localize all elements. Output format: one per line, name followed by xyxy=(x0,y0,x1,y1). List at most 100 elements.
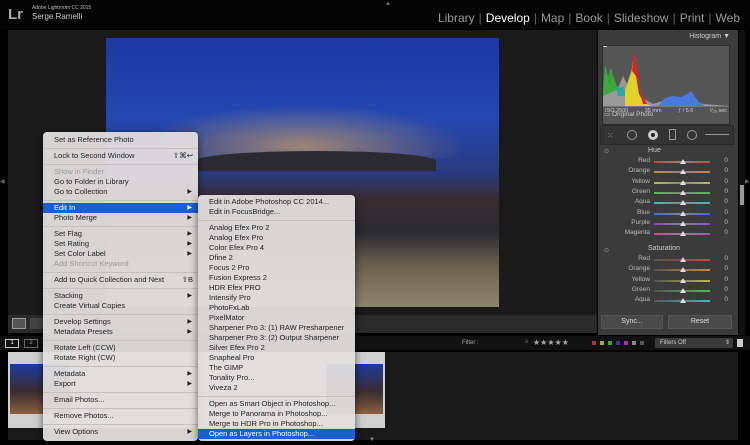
slider-value[interactable]: 0 xyxy=(724,167,728,174)
slider-thumb[interactable] xyxy=(680,220,686,226)
menu-item-tonality-pro[interactable]: Tonality Pro... xyxy=(198,373,355,383)
slider-thumb[interactable] xyxy=(680,257,686,262)
filter-preset-select[interactable]: Filters Off ⇕ xyxy=(655,338,733,348)
slider-thumb[interactable] xyxy=(680,277,686,283)
slider-value[interactable]: 0 xyxy=(724,209,728,216)
hue-target-icon[interactable]: ⊙ xyxy=(604,148,609,155)
menu-item-sharpener-pro-3-2-output-sharpener[interactable]: Sharpener Pro 3: (2) Output Sharpener xyxy=(198,333,355,343)
menu-item-metadata[interactable]: Metadata ▶ xyxy=(43,369,198,379)
reset-button[interactable]: Reset xyxy=(668,315,732,329)
menu-item-rotate-right-cw[interactable]: Rotate Right (CW) xyxy=(43,353,198,363)
page-2-button[interactable]: 2 xyxy=(24,339,38,348)
compare-view-button[interactable] xyxy=(30,318,44,329)
hue-slider-yellow[interactable]: Yellow 0 xyxy=(606,178,734,188)
menu-item-set-flag[interactable]: Set Flag ▶ xyxy=(43,229,198,239)
menu-item-view-options[interactable]: View Options ▶ xyxy=(43,427,198,437)
module-print[interactable]: Print xyxy=(676,11,709,25)
slider-thumb[interactable] xyxy=(680,298,686,304)
crop-tool-icon[interactable]: ⁙ xyxy=(607,131,614,140)
module-develop[interactable]: Develop xyxy=(482,11,534,25)
slider-value[interactable]: 0 xyxy=(724,255,728,262)
slider-value[interactable]: 0 xyxy=(724,229,728,236)
menu-item-analog-efex-pro-2[interactable]: Analog Efex Pro 2 xyxy=(198,223,355,233)
module-slideshow[interactable]: Slideshow xyxy=(610,11,673,25)
loupe-view-button[interactable] xyxy=(12,318,26,329)
sat-slider-orange[interactable]: Orange 0 xyxy=(606,265,734,275)
sat-slider-red[interactable]: Red 0 xyxy=(606,255,734,265)
menu-item-open-as-layers-in-photoshop[interactable]: Open as Layers in Photoshop... xyxy=(198,429,355,439)
menu-item-create-virtual-copies[interactable]: Create Virtual Copies xyxy=(43,301,198,311)
menu-item-go-to-collection[interactable]: Go to Collection ▶ xyxy=(43,187,198,197)
adjustment-brush-icon[interactable] xyxy=(705,134,729,135)
menu-item-photo-merge[interactable]: Photo Merge ▶ xyxy=(43,213,198,223)
hue-slider-red[interactable]: Red 0 xyxy=(606,157,734,167)
sat-slider-yellow[interactable]: Yellow 0 xyxy=(606,276,734,286)
menu-item-go-to-folder-in-library[interactable]: Go to Folder in Library xyxy=(43,177,198,187)
menu-item-develop-settings[interactable]: Develop Settings ▶ xyxy=(43,317,198,327)
spot-removal-icon[interactable] xyxy=(627,130,637,140)
menu-item-dfine-2[interactable]: Dfine 2 xyxy=(198,253,355,263)
sat-slider-green[interactable]: Green 0 xyxy=(606,286,734,296)
menu-item-edit-in-focusbridge[interactable]: Edit in FocusBridge... xyxy=(198,207,355,217)
page-1-button[interactable]: 1 xyxy=(5,339,19,348)
slider-thumb[interactable] xyxy=(680,200,686,206)
menu-item-set-color-label[interactable]: Set Color Label ▶ xyxy=(43,249,198,259)
slider-value[interactable]: 0 xyxy=(724,296,728,303)
slider-thumb[interactable] xyxy=(680,179,686,185)
menu-item-merge-to-hdr-pro-in-photoshop[interactable]: Merge to HDR Pro in Photoshop... xyxy=(198,419,355,429)
filter-lock-icon[interactable] xyxy=(737,339,743,347)
menu-item-metadata-presets[interactable]: Metadata Presets ▶ xyxy=(43,327,198,337)
menu-item-the-gimp[interactable]: The GIMP xyxy=(198,363,355,373)
menu-item-analog-efex-pro[interactable]: Analog Efex Pro xyxy=(198,233,355,243)
menu-item-remove-photos[interactable]: Remove Photos... xyxy=(43,411,198,421)
slider-value[interactable]: 0 xyxy=(724,265,728,272)
module-library[interactable]: Library xyxy=(434,11,479,25)
red-eye-icon[interactable] xyxy=(648,130,658,140)
module-book[interactable]: Book xyxy=(571,11,606,25)
slider-thumb[interactable] xyxy=(680,159,686,164)
slider-thumb[interactable] xyxy=(680,287,686,293)
menu-item-rotate-left-ccw[interactable]: Rotate Left (CCW) xyxy=(43,343,198,353)
hue-slider-orange[interactable]: Orange 0 xyxy=(606,167,734,177)
menu-item-sharpener-pro-3-1-raw-presharpener[interactable]: Sharpener Pro 3: (1) RAW Presharpener xyxy=(198,323,355,333)
slider-thumb[interactable] xyxy=(680,189,686,195)
color-label-filter[interactable] xyxy=(592,341,644,345)
histogram-header[interactable]: Histogram ▼ xyxy=(689,33,730,40)
hue-slider-aqua[interactable]: Aqua 0 xyxy=(606,198,734,208)
sat-slider-aqua[interactable]: Aqua 0 xyxy=(606,296,734,306)
menu-item-snapheal-pro[interactable]: Snapheal Pro xyxy=(198,353,355,363)
slider-value[interactable]: 0 xyxy=(724,219,728,226)
star-filter[interactable]: ★★★★★ xyxy=(533,338,569,347)
sync-button[interactable]: Sync... xyxy=(601,315,663,329)
menu-item-intensify-pro[interactable]: Intensify Pro xyxy=(198,293,355,303)
menu-item-set-rating[interactable]: Set Rating ▶ xyxy=(43,239,198,249)
menu-item-email-photos[interactable]: Email Photos... xyxy=(43,395,198,405)
slider-value[interactable]: 0 xyxy=(724,157,728,164)
slider-thumb[interactable] xyxy=(680,231,686,237)
menu-item-photofxlab[interactable]: PhotoFxLab xyxy=(198,303,355,313)
menu-item-hdr-efex-pro[interactable]: HDR Efex PRO xyxy=(198,283,355,293)
menu-item-set-as-reference-photo[interactable]: Set as Reference Photo xyxy=(43,135,198,145)
hue-slider-purple[interactable]: Purple 0 xyxy=(606,219,734,229)
slider-thumb[interactable] xyxy=(680,169,686,175)
menu-item-viveza-2[interactable]: Viveza 2 xyxy=(198,383,355,393)
module-web[interactable]: Web xyxy=(712,11,744,25)
slider-thumb[interactable] xyxy=(680,267,686,273)
original-photo-toggle[interactable]: ▭ Original Photo xyxy=(604,110,653,118)
slider-value[interactable]: 0 xyxy=(724,188,728,195)
slider-value[interactable]: 0 xyxy=(724,286,728,293)
menu-item-fusion-express-2[interactable]: Fusion Express 2 xyxy=(198,273,355,283)
hue-slider-green[interactable]: Green 0 xyxy=(606,188,734,198)
radial-filter-icon[interactable] xyxy=(687,130,697,140)
left-panel-toggle-icon[interactable]: ◀ xyxy=(0,178,5,185)
right-panel-toggle-icon[interactable]: ▶ xyxy=(745,178,750,185)
menu-item-edit-in[interactable]: Edit In ▶ xyxy=(43,203,198,213)
menu-item-edit-in-adobe-photoshop-cc-2014[interactable]: Edit in Adobe Photoshop CC 2014... xyxy=(198,197,355,207)
menu-item-color-efex-pro-4[interactable]: Color Efex Pro 4 xyxy=(198,243,355,253)
menu-item-add-to-quick-collection-and-next[interactable]: Add to Quick Collection and Next ⇧B xyxy=(43,275,198,285)
menu-item-stacking[interactable]: Stacking ▶ xyxy=(43,291,198,301)
menu-item-pixelmator[interactable]: PixelMator xyxy=(198,313,355,323)
menu-item-export[interactable]: Export ▶ xyxy=(43,379,198,389)
menu-item-merge-to-panorama-in-photoshop[interactable]: Merge to Panorama in Photoshop... xyxy=(198,409,355,419)
graduated-filter-icon[interactable] xyxy=(669,129,676,140)
